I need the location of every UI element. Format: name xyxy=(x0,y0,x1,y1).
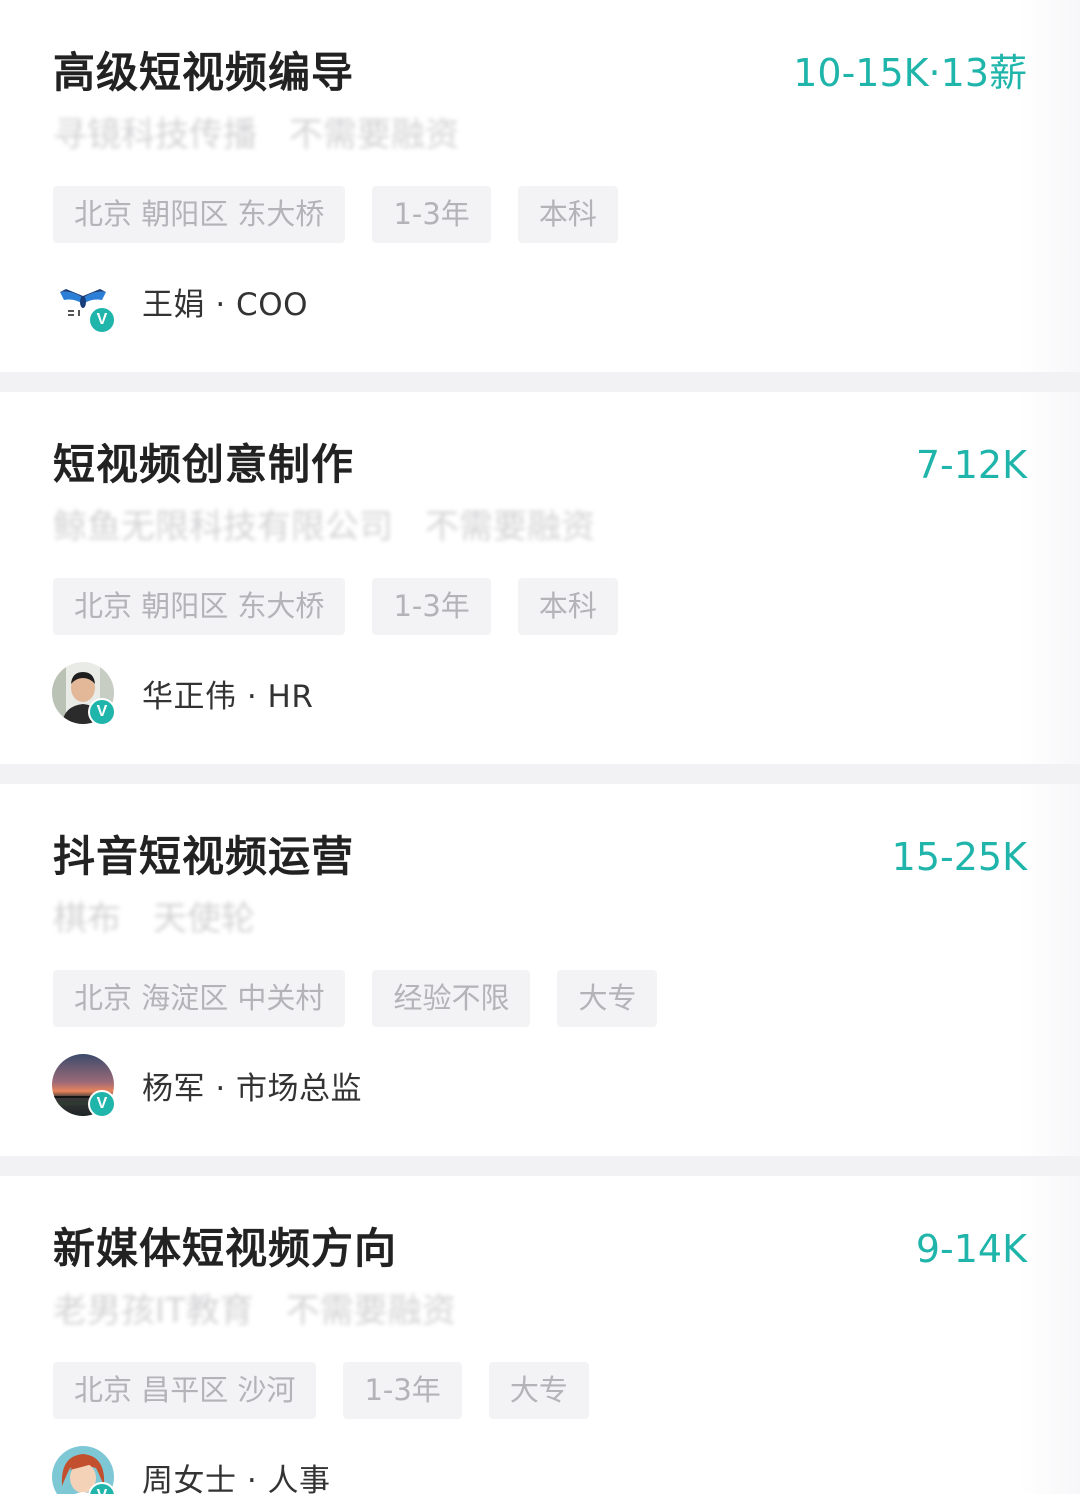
avatar[interactable]: V xyxy=(52,270,116,334)
funding-stage: 不需要融资 xyxy=(425,507,595,547)
job-card[interactable]: 抖音短视频运营 15-25K 棋布天使轮 北京 海淀区 中关村 经验不限 大专 xyxy=(0,784,1080,1156)
location-tag: 北京 海淀区 中关村 xyxy=(53,970,346,1027)
recruiter-name: 杨军 · 市场总监 xyxy=(142,1070,363,1107)
avatar[interactable]: V xyxy=(52,1054,116,1118)
company-name: 鲸鱼无限科技有限公司 xyxy=(53,507,393,547)
funding-stage: 不需要融资 xyxy=(285,1291,456,1331)
job-card[interactable]: 高级短视频编导 10-15K·13薪 寻镜科技传播 不需要融资 北京 朝阳区 东大… xyxy=(0,0,1080,372)
company-info: 鲸鱼无限科技有限公司 不需要融资 xyxy=(53,504,595,550)
location-tag: 北京 昌平区 沙河 xyxy=(53,1362,317,1419)
education-tag: 本科 xyxy=(517,186,618,243)
salary: 10-15K·13薪 xyxy=(793,51,1027,95)
card-edge-shade xyxy=(1020,0,1080,372)
job-tags: 北京 昌平区 沙河 1-3年 大专 xyxy=(53,1362,589,1419)
salary: 9-14K xyxy=(915,1227,1027,1271)
recruiter-name: 华正伟 · HR xyxy=(142,678,314,715)
job-title: 新媒体短视频方向 xyxy=(53,1224,398,1273)
job-tags: 北京 朝阳区 东大桥 1-3年 本科 xyxy=(53,578,618,635)
company-name: 老男孩IT教育 xyxy=(53,1291,254,1331)
education-tag: 大专 xyxy=(557,970,658,1027)
verified-badge-icon: V xyxy=(88,698,116,726)
location-tag: 北京 朝阳区 东大桥 xyxy=(53,186,346,243)
job-title: 抖音短视频运营 xyxy=(53,832,355,881)
job-tags: 北京 朝阳区 东大桥 1-3年 本科 xyxy=(53,186,618,243)
recruiter-name: 周女士 · 人事 xyxy=(142,1462,331,1494)
recruiter[interactable]: V 周女士 · 人事 xyxy=(52,1445,331,1494)
avatar[interactable]: V xyxy=(52,662,116,726)
experience-tag: 经验不限 xyxy=(372,970,531,1027)
funding-stage: 不需要融资 xyxy=(289,115,459,155)
experience-tag: 1-3年 xyxy=(372,186,491,243)
verified-badge-icon: V xyxy=(88,1090,116,1118)
experience-tag: 1-3年 xyxy=(372,578,491,635)
company-name: 棋布 xyxy=(53,899,121,939)
salary: 7-12K xyxy=(915,443,1027,487)
recruiter[interactable]: V 杨军 · 市场总监 xyxy=(52,1053,363,1118)
recruiter[interactable]: V 王娟 · COO xyxy=(52,269,309,334)
salary: 15-25K xyxy=(891,835,1027,879)
recruiter-name: 王娟 · COO xyxy=(142,286,309,323)
location-tag: 北京 朝阳区 东大桥 xyxy=(53,578,346,635)
company-info: 寻镜科技传播 不需要融资 xyxy=(53,112,459,158)
verified-badge-icon: V xyxy=(88,306,116,334)
card-edge-shade xyxy=(1020,392,1080,764)
funding-stage: 天使轮 xyxy=(153,899,255,939)
card-edge-shade xyxy=(1020,1176,1080,1494)
company-info: 棋布 天使轮 xyxy=(53,896,255,942)
avatar[interactable]: V xyxy=(52,1446,116,1494)
company-name: 寻镜科技传播 xyxy=(53,115,257,155)
recruiter[interactable]: V 华正伟 · HR xyxy=(52,661,314,726)
company-info: 老男孩IT教育 不需要融资 xyxy=(53,1288,456,1334)
job-card[interactable]: 短视频创意制作 7-12K 鲸鱼无限科技有限公司 不需要融资 北京 朝阳区 东大桥… xyxy=(0,392,1080,764)
education-tag: 本科 xyxy=(517,578,618,635)
job-card[interactable]: 新媒体短视频方向 9-14K 老男孩IT教育 不需要融资 北京 昌平区 沙河 1-… xyxy=(0,1176,1080,1494)
job-list: 高级短视频编导 10-15K·13薪 寻镜科技传播 不需要融资 北京 朝阳区 东大… xyxy=(0,0,1080,1494)
experience-tag: 1-3年 xyxy=(343,1362,462,1419)
card-edge-shade xyxy=(1020,784,1080,1156)
job-title: 短视频创意制作 xyxy=(53,440,355,489)
education-tag: 大专 xyxy=(488,1362,589,1419)
job-tags: 北京 海淀区 中关村 经验不限 大专 xyxy=(53,970,658,1027)
job-title: 高级短视频编导 xyxy=(53,48,355,97)
